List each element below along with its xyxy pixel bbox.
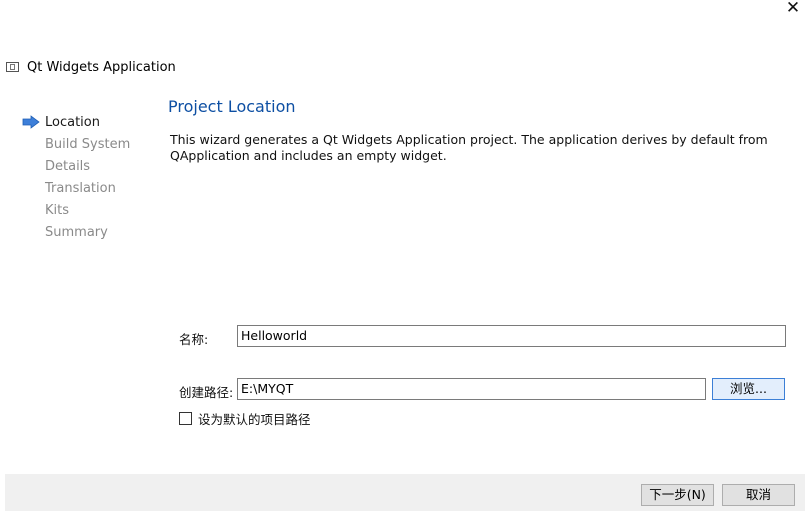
page-title: Project Location [168, 97, 296, 116]
step-label: Summary [45, 224, 108, 240]
project-name-input[interactable]: Helloworld [237, 325, 786, 347]
close-button[interactable]: ✕ [778, 0, 808, 18]
step-translation: Translation [22, 177, 130, 199]
page-description: This wizard generates a Qt Widgets Appli… [170, 132, 768, 163]
default-path-checkbox[interactable] [179, 412, 192, 425]
step-label: Kits [45, 202, 70, 218]
create-path-input[interactable]: E:\MYQT [237, 378, 706, 400]
browse-button[interactable]: 浏览... [712, 378, 785, 400]
step-summary: Summary [22, 221, 130, 243]
step-label: Translation [45, 180, 116, 196]
path-label: 创建路径: [179, 385, 234, 400]
step-location: Location [22, 111, 130, 133]
next-button[interactable]: 下一步(N) [641, 484, 714, 506]
step-label: Details [45, 158, 91, 174]
wizard-header: Qt Widgets Application [6, 58, 176, 76]
default-path-label: 设为默认的项目路径 [198, 412, 311, 427]
step-details: Details [22, 155, 130, 177]
step-label: Build System [45, 136, 131, 152]
default-path-option[interactable]: 设为默认的项目路径 [179, 409, 311, 428]
name-label: 名称: [179, 332, 209, 347]
cancel-button[interactable]: 取消 [722, 484, 795, 506]
step-list: Location Build System Details Translatio… [22, 111, 130, 243]
step-build-system: Build System [22, 133, 130, 155]
step-kits: Kits [22, 199, 130, 221]
arrow-right-icon [22, 115, 40, 129]
step-label: Location [45, 114, 100, 130]
close-icon[interactable]: ✕ [786, 0, 800, 18]
wizard-window: ✕ Qt Widgets Application Location Build … [0, 0, 808, 511]
qt-app-icon [6, 62, 19, 72]
wizard-title: Qt Widgets Application [27, 59, 176, 75]
